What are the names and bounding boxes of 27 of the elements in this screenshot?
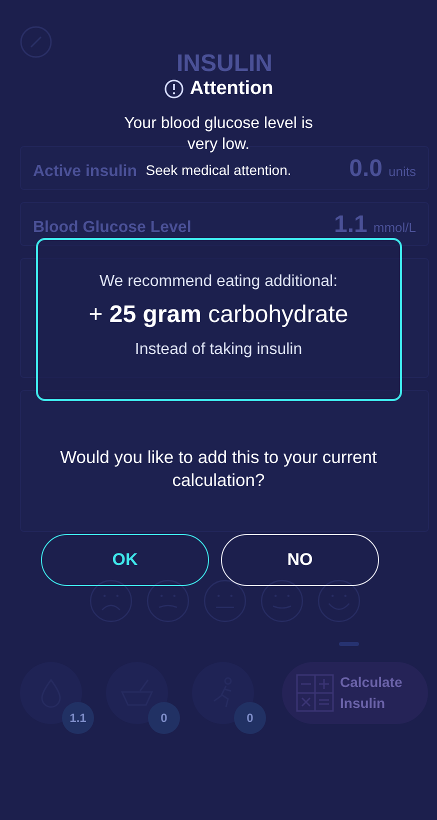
- smiley-face-icon[interactable]: [316, 578, 362, 624]
- active-insulin-label: Active insulin: [33, 163, 138, 181]
- page-indicator: [339, 642, 359, 646]
- active-insulin-value: 0.0: [349, 155, 383, 183]
- recommendation-subtext: Instead of taking insulin: [134, 340, 302, 359]
- calculator-icon: [296, 674, 334, 712]
- active-insulin-unit: units: [388, 164, 416, 179]
- screen-title: INSULIN: [176, 50, 272, 78]
- smiley-face-icon[interactable]: [259, 578, 305, 624]
- alert-icon: [164, 79, 184, 99]
- blood-glucose-unit: mmol/L: [373, 220, 416, 235]
- count-badge: 0: [234, 702, 266, 734]
- sad-face-icon[interactable]: [88, 578, 134, 624]
- count-badge: 1.1: [62, 702, 94, 734]
- dialog-title: Attention: [190, 78, 274, 100]
- dialog-question: Would you like to add this to your current calculation?: [59, 446, 378, 492]
- edit-icon: [20, 26, 52, 58]
- neutral-face-icon[interactable]: [145, 578, 191, 624]
- count-badge: 0: [148, 702, 180, 734]
- recommendation-intro: We recommend eating additional:: [99, 272, 338, 291]
- carbohydrate-amount: + 25 gram carbohydrate: [88, 300, 348, 329]
- ok-button[interactable]: OK: [41, 534, 209, 586]
- blood-glucose-label: Blood Glucose Level: [33, 219, 192, 237]
- warning-message: Your blood glucose level is very low.: [123, 114, 314, 155]
- blood-glucose-value: 1.1: [334, 211, 368, 239]
- advice-text: Seek medical attention.: [146, 162, 292, 178]
- no-button[interactable]: NO: [221, 534, 379, 586]
